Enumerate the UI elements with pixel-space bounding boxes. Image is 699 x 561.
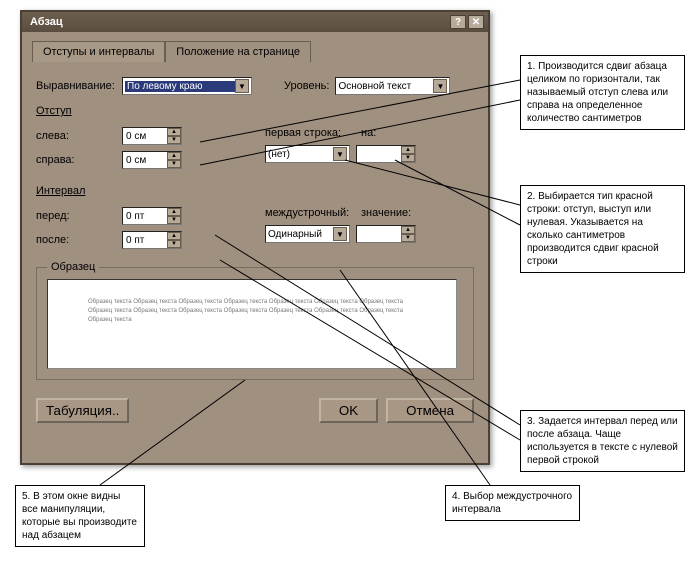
by-spinner[interactable]: ▲▼ (356, 145, 416, 163)
label-left: слева: (36, 130, 116, 142)
spin-up-icon[interactable]: ▲ (167, 232, 181, 240)
tab-bar: Отступы и интервалы Положение на страниц… (22, 32, 488, 61)
indent-left-value: 0 см (123, 131, 167, 142)
label-level: Уровень: (284, 80, 329, 92)
tab-position[interactable]: Положение на странице (165, 41, 311, 62)
label-after: после: (36, 234, 116, 246)
spin-up-icon[interactable]: ▲ (401, 146, 415, 154)
spin-up-icon[interactable]: ▲ (167, 152, 181, 160)
label-by: на: (361, 127, 391, 139)
group-interval: Интервал (36, 185, 474, 197)
label-sample: Образец (47, 261, 99, 273)
spacing-value: Одинарный (268, 229, 333, 240)
label-firstline: первая строка: (265, 127, 355, 139)
firstline-combo[interactable]: (нет) ▼ (265, 145, 350, 163)
close-button[interactable]: ✕ (468, 15, 484, 29)
annotation-1: 1. Производится сдвиг абзаца целиком по … (520, 55, 685, 130)
spin-down-icon[interactable]: ▼ (167, 240, 181, 248)
titlebar: Абзац ? ✕ (22, 12, 488, 32)
spin-up-icon[interactable]: ▲ (167, 208, 181, 216)
after-value: 0 пт (123, 235, 167, 246)
spin-down-icon[interactable]: ▼ (401, 154, 415, 162)
cancel-button[interactable]: Отмена (386, 398, 474, 423)
level-value: Основной текст (338, 81, 433, 92)
chevron-down-icon[interactable]: ▼ (333, 227, 347, 241)
sample-group: Образец Образец текста Образец текста Об… (36, 261, 474, 380)
annotation-5: 5. В этом окне видны все манипуляции, ко… (15, 485, 145, 547)
indent-right-value: 0 см (123, 155, 167, 166)
indent-right-spinner[interactable]: 0 см ▲▼ (122, 151, 182, 169)
annotation-2: 2. Выбирается тип красной строки: отступ… (520, 185, 685, 273)
tab-indents[interactable]: Отступы и интервалы (32, 41, 165, 62)
value-spinner[interactable]: ▲▼ (356, 225, 416, 243)
group-indent: Отступ (36, 105, 474, 117)
ok-button[interactable]: OK (319, 398, 378, 423)
label-right: справа: (36, 154, 116, 166)
spin-down-icon[interactable]: ▼ (167, 160, 181, 168)
alignment-value: По левому краю (125, 81, 235, 92)
spin-down-icon[interactable]: ▼ (167, 216, 181, 224)
preview-pane: Образец текста Образец текста Образец те… (47, 279, 457, 369)
level-combo[interactable]: Основной текст ▼ (335, 77, 450, 95)
alignment-combo[interactable]: По левому краю ▼ (122, 77, 252, 95)
label-alignment: Выравнивание: (36, 80, 116, 92)
paragraph-dialog: Абзац ? ✕ Отступы и интервалы Положение … (20, 10, 490, 465)
tabulation-button[interactable]: Табуляция.. (36, 398, 129, 423)
before-value: 0 пт (123, 211, 167, 222)
annotation-3: 3. Задается интервал перед или после абз… (520, 410, 685, 472)
spacing-combo[interactable]: Одинарный ▼ (265, 225, 350, 243)
chevron-down-icon[interactable]: ▼ (333, 147, 347, 161)
chevron-down-icon[interactable]: ▼ (235, 79, 249, 93)
help-button[interactable]: ? (450, 15, 466, 29)
label-value: значение: (361, 207, 411, 219)
spin-up-icon[interactable]: ▲ (401, 226, 415, 234)
spin-down-icon[interactable]: ▼ (167, 136, 181, 144)
after-spinner[interactable]: 0 пт ▲▼ (122, 231, 182, 249)
spin-up-icon[interactable]: ▲ (167, 128, 181, 136)
window-title: Абзац (26, 16, 448, 28)
label-before: перед: (36, 210, 116, 222)
label-spacing: междустрочный: (265, 207, 355, 219)
firstline-value: (нет) (268, 149, 333, 160)
chevron-down-icon[interactable]: ▼ (433, 79, 447, 93)
annotation-4: 4. Выбор междустрочного интервала (445, 485, 580, 521)
before-spinner[interactable]: 0 пт ▲▼ (122, 207, 182, 225)
spin-down-icon[interactable]: ▼ (401, 234, 415, 242)
indent-left-spinner[interactable]: 0 см ▲▼ (122, 127, 182, 145)
